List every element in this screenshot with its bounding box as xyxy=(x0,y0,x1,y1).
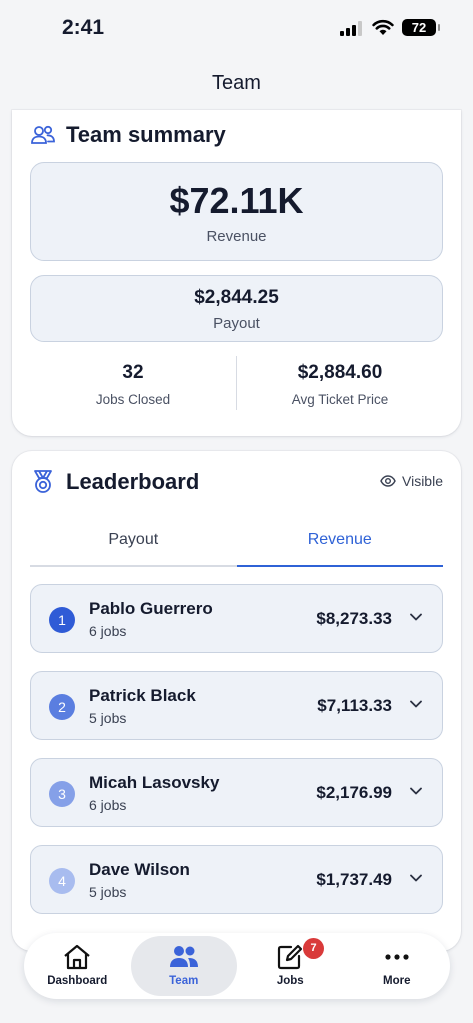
jobs-count-badge: 7 xyxy=(303,938,324,959)
rank-badge: 3 xyxy=(49,781,75,807)
leaderboard-title: Leaderboard xyxy=(66,469,200,494)
team-icon xyxy=(31,125,55,144)
avg-ticket-label: Avg Ticket Price xyxy=(291,392,389,407)
avg-ticket-stat: $2,884.60 Avg Ticket Price xyxy=(237,356,443,410)
rank-badge: 1 xyxy=(49,607,75,633)
page-title: Team xyxy=(212,72,261,94)
leaderboard-tabs: Payout Revenue xyxy=(30,521,443,567)
tab-revenue[interactable]: Revenue xyxy=(236,521,444,567)
team-summary-header: Team summary xyxy=(30,122,226,148)
member-name: Pablo Guerrero xyxy=(89,599,213,618)
rank-badge: 4 xyxy=(49,868,75,894)
chevron-down-icon[interactable] xyxy=(410,874,422,882)
tabbar-label: More xyxy=(383,975,411,987)
chevron-down-icon[interactable] xyxy=(410,613,422,621)
leaderboard-list: 1 Pablo Guerrero 6 jobs $8,273.33 2 Patr… xyxy=(30,584,443,932)
tabbar-label: Team xyxy=(169,975,199,987)
jobs-closed-label: Jobs Closed xyxy=(95,392,171,407)
jobs-closed-value: 32 xyxy=(122,362,144,383)
tabbar-item-more[interactable]: More xyxy=(344,933,451,999)
tab-payout[interactable]: Payout xyxy=(30,521,237,565)
signal-icon xyxy=(340,21,362,36)
rank-badge: 2 xyxy=(49,694,75,720)
team-summary-card: Team summary $72.11K Revenue $2,844.25 P… xyxy=(12,110,461,436)
chevron-down-icon[interactable] xyxy=(410,700,422,708)
member-name: Micah Lasovsky xyxy=(89,773,220,792)
leaderboard-row[interactable]: 3 Micah Lasovsky 6 jobs $2,176.99 xyxy=(30,758,443,827)
leaderboard-row[interactable]: 2 Patrick Black 5 jobs $7,113.33 xyxy=(30,671,443,740)
member-jobs: 5 jobs xyxy=(89,710,127,726)
leaderboard-card: Leaderboard Visible Payout Revenue 1 Pab… xyxy=(12,451,461,951)
eye-icon xyxy=(380,475,396,487)
member-name: Dave Wilson xyxy=(89,860,190,879)
payout-value: $2,844.25 xyxy=(194,287,279,308)
leaderboard-row[interactable]: 4 Dave Wilson 5 jobs $1,737.49 xyxy=(30,845,443,914)
stats-row: 32 Jobs Closed $2,884.60 Avg Ticket Pric… xyxy=(30,356,443,410)
battery-indicator: 72 xyxy=(402,19,440,36)
edit-icon xyxy=(278,944,303,970)
member-amount: $8,273.33 xyxy=(316,609,392,628)
visibility-toggle[interactable]: Visible xyxy=(380,473,443,489)
payout-label: Payout xyxy=(213,315,260,332)
member-amount: $1,737.49 xyxy=(316,870,392,889)
leaderboard-row[interactable]: 1 Pablo Guerrero 6 jobs $8,273.33 xyxy=(30,584,443,653)
tabbar-label: Dashboard xyxy=(47,975,108,987)
member-jobs: 5 jobs xyxy=(89,884,127,900)
status-bar: 2:41 72 xyxy=(0,0,473,56)
tabbar-item-jobs[interactable]: Jobs 7 xyxy=(237,933,344,999)
tabbar-item-team[interactable]: Team xyxy=(130,936,237,996)
medal-icon xyxy=(34,470,52,493)
member-name: Patrick Black xyxy=(89,686,196,705)
bottom-tab-bar: Dashboard Team Jobs 7 More xyxy=(24,933,450,999)
tabbar-item-dashboard[interactable]: Dashboard xyxy=(24,933,131,999)
revenue-metric: $72.11K Revenue xyxy=(30,162,443,261)
more-icon xyxy=(385,954,409,960)
member-amount: $7,113.33 xyxy=(317,696,392,715)
revenue-label: Revenue xyxy=(206,228,267,245)
jobs-closed-stat: 32 Jobs Closed xyxy=(30,356,236,410)
team-icon xyxy=(169,946,198,967)
leaderboard-header: Leaderboard xyxy=(30,469,199,495)
avg-ticket-value: $2,884.60 xyxy=(297,362,383,383)
tabbar-label: Jobs xyxy=(276,975,304,987)
member-jobs: 6 jobs xyxy=(89,623,127,639)
revenue-value: $72.11K xyxy=(169,180,304,221)
member-jobs: 6 jobs xyxy=(89,797,127,813)
payout-metric: $2,844.25 Payout xyxy=(30,275,443,342)
visibility-label: Visible xyxy=(402,473,443,489)
home-icon xyxy=(64,944,90,970)
member-amount: $2,176.99 xyxy=(316,783,392,802)
team-summary-title: Team summary xyxy=(66,122,226,147)
status-time: 2:41 xyxy=(62,16,105,39)
chevron-down-icon[interactable] xyxy=(410,787,422,795)
wifi-icon xyxy=(372,19,394,35)
